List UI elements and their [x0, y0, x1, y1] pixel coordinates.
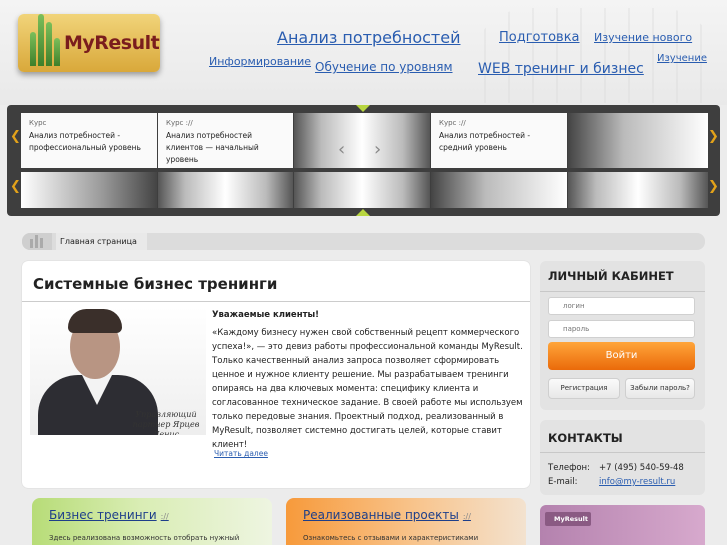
title-separator: :// [462, 512, 471, 521]
page-title: Системные бизнес тренинги [33, 275, 278, 293]
slide-thumb[interactable] [21, 172, 157, 208]
slide-title: Анализ потребностей - профессиональный у… [29, 131, 141, 152]
contacts-panel: КОНТАКТЫ Телефон: +7 (495) 540-59-48 E-m… [540, 420, 705, 495]
logo-tower-icon [30, 6, 64, 66]
slide-card[interactable]: Курс :// Анализ потребностей - средний у… [431, 113, 567, 168]
slider-left-arrow-icon[interactable]: ❮ [10, 129, 21, 144]
slider-row: Курс Анализ потребностей - профессиональ… [21, 113, 708, 168]
read-more-link[interactable]: Читать далее [214, 449, 268, 458]
divider [540, 291, 705, 292]
partner-photo: Управляющий партнер Ярцев Денис [30, 307, 206, 435]
slider-right-arrow-icon[interactable]: ❯ [708, 129, 719, 144]
register-button[interactable]: Регистрация [548, 378, 620, 399]
course-slider: ❮ ❯ ❮ ❯ Курс Анализ потребностей - профе… [7, 105, 720, 216]
slide-card-active[interactable]: ‹ › [294, 113, 430, 168]
trainings-link[interactable]: Бизнес тренинги:// [49, 508, 169, 522]
slider-bottom-marker [356, 209, 370, 216]
slide-tag: Курс [29, 119, 47, 127]
promo-logo: MyResult [545, 512, 591, 526]
divider [22, 301, 530, 302]
projects-title: Реализованные проекты [303, 508, 459, 522]
greeting: Уважаемые клиенты! [212, 310, 320, 320]
slide-title: Анализ потребностей - средний уровень [439, 131, 531, 152]
nav-link-web-training[interactable]: WEB тренинг и бизнес [478, 61, 644, 77]
nav-link-analysis[interactable]: Анализ потребностей [277, 28, 460, 47]
slide-card[interactable] [568, 113, 708, 168]
breadcrumb: Главная страница [22, 233, 705, 250]
phone-label: Телефон: [548, 463, 590, 473]
slide-thumb[interactable] [568, 172, 708, 208]
slide-prev-icon[interactable]: ‹ [338, 139, 345, 160]
projects-link[interactable]: Реализованные проекты:// [303, 508, 471, 522]
promo-banner[interactable]: MyResult [540, 505, 705, 545]
breadcrumb-home-link[interactable]: Главная страница [56, 233, 147, 250]
slider-row [21, 172, 708, 208]
slider-left-arrow-2-icon[interactable]: ❮ [10, 179, 21, 194]
slider-top-marker [356, 105, 370, 112]
slide-card[interactable]: Курс Анализ потребностей - профессиональ… [21, 113, 157, 168]
phone-value: +7 (495) 540-59-48 [599, 463, 684, 473]
password-input[interactable] [548, 320, 695, 338]
nav-link-study-new[interactable]: Изучение нового [594, 31, 692, 44]
login-button[interactable]: Войти [548, 342, 695, 370]
projects-card: Реализованные проекты:// Ознакомьтесь с … [286, 498, 526, 545]
contacts-title: КОНТАКТЫ [548, 431, 623, 445]
nav-link-level-training[interactable]: Обучение по уровням [315, 60, 453, 74]
login-title: ЛИЧНЫЙ КАБИНЕТ [548, 269, 674, 283]
logo[interactable]: MyResult [18, 14, 160, 72]
title-separator: :// [160, 512, 169, 521]
forgot-password-button[interactable]: Забыли пароль? [625, 378, 695, 399]
intro-text: «Каждому бизнесу нужен свой собственный … [212, 328, 523, 450]
slider-right-arrow-2-icon[interactable]: ❯ [708, 179, 719, 194]
projects-text: Ознакомьтесь с отзывами и характеристика… [303, 534, 479, 542]
logo-text: MyResult [64, 32, 160, 54]
trainings-title: Бизнес тренинги [49, 508, 157, 522]
home-icon[interactable] [22, 233, 52, 250]
main-panel: Системные бизнес тренинги Управляющий па… [22, 261, 530, 488]
slide-tag: Курс :// [439, 119, 466, 127]
nav-link-informing[interactable]: Информирование [209, 55, 311, 69]
nav-link-study[interactable]: Изучение [657, 53, 707, 64]
login-panel: ЛИЧНЫЙ КАБИНЕТ Войти Регистрация Забыли … [540, 261, 705, 410]
slide-thumb[interactable] [431, 172, 567, 208]
slide-title: Анализ потребностей клиентов — начальный… [166, 131, 259, 164]
nav-link-preparation[interactable]: Подготовка [499, 30, 580, 45]
photo-caption: Управляющий партнер Ярцев Денис [132, 410, 200, 435]
header: MyResult Анализ потребностей Подготовка … [0, 0, 727, 105]
slide-tag: Курс :// [166, 119, 193, 127]
email-link[interactable]: info@my-result.ru [599, 477, 675, 487]
slide-thumb[interactable] [294, 172, 430, 208]
slide-next-icon[interactable]: › [374, 139, 381, 160]
email-label: E-mail: [548, 477, 578, 487]
slide-card[interactable]: Курс :// Анализ потребностей клиентов — … [158, 113, 293, 168]
trainings-card: Бизнес тренинги:// Здесь реализована воз… [32, 498, 272, 545]
divider [540, 452, 705, 453]
slide-thumb[interactable] [158, 172, 293, 208]
trainings-text: Здесь реализована возможность отобрать н… [49, 534, 240, 542]
login-input[interactable] [548, 297, 695, 315]
